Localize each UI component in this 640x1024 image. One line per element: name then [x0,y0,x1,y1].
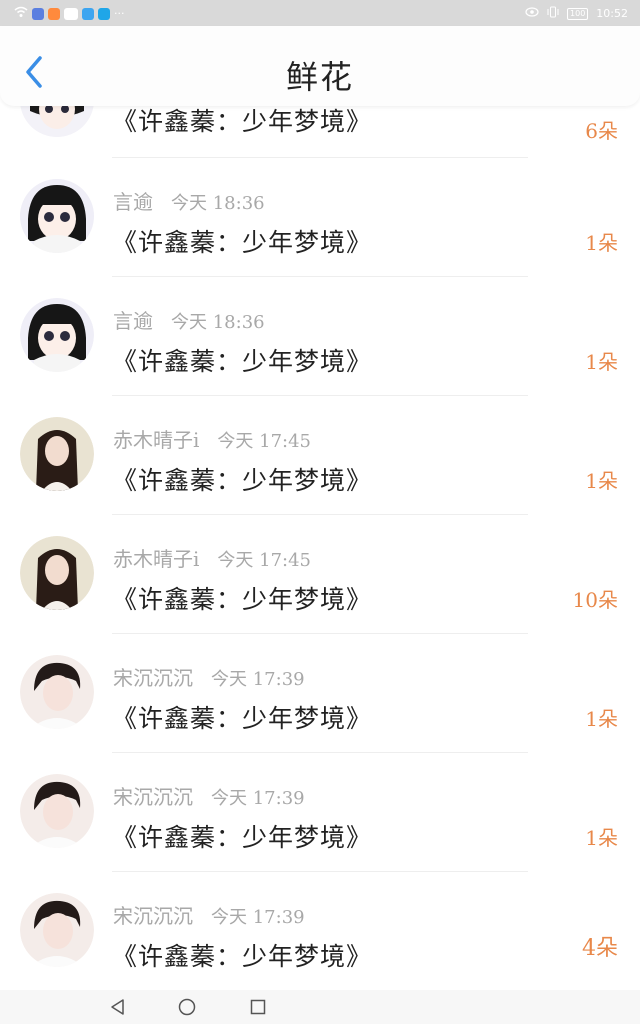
user-name[interactable]: 宋沉沉沉 [113,785,193,809]
nav-back-button[interactable] [109,998,127,1016]
cloud-icon [64,7,78,20]
flower-title: 《许鑫蓁：少年梦境》 [112,107,373,136]
user-name-line: 言逾 今天 18:36 [113,186,265,215]
list-item[interactable]: 宋沉沉沉 今天 17:39 《许鑫蓁：少年梦境》 1朵 [0,634,640,753]
wifi-icon [14,6,28,21]
app-notification-icon [82,7,94,20]
list-item[interactable]: 言逾 今天 18:36 《许鑫蓁：少年梦境》 1朵 [0,277,640,396]
flower-count: 1朵 [585,350,618,374]
avatar[interactable] [20,655,94,729]
user-name[interactable]: 赤木晴子i [113,428,199,452]
timestamp: 今天 18:36 [171,312,265,333]
flower-count: 1朵 [585,231,618,255]
flower-count: 1朵 [585,469,618,493]
avatar[interactable] [20,893,94,967]
list-item[interactable]: 赤木晴子i 今天 17:45 《许鑫蓁：少年梦境》 10朵 [0,515,640,634]
user-name[interactable]: 言逾 [113,309,153,333]
status-bar: ··· 100 10:52 [0,0,640,26]
system-nav-bar [0,990,640,1024]
user-name-line: 言逾 今天 18:36 [113,305,265,334]
nav-recent-button[interactable] [249,998,267,1016]
play-notification-icon [48,7,60,20]
flower-title: 《许鑫蓁：少年梦境》 [112,347,373,376]
vibrate-icon [547,6,559,21]
avatar[interactable] [20,417,94,491]
avatar[interactable] [20,179,94,253]
flower-title: 《许鑫蓁：少年梦境》 [112,942,373,971]
system-status: 100 10:52 [525,6,628,21]
flower-count: 1朵 [585,707,618,731]
user-name-line: 赤木晴子i 今天 17:45 [113,543,311,572]
eye-icon [525,7,539,20]
user-name[interactable]: 宋沉沉沉 [113,666,193,690]
list-item[interactable]: 宋沉沉沉 今天 17:39 《许鑫蓁：少年梦境》 4朵 [0,872,640,991]
flower-count: 1朵 [585,826,618,850]
timestamp: 今天 17:45 [217,550,312,571]
user-name-line: 宋沉沉沉 今天 17:39 [113,900,305,929]
clock: 10:52 [596,7,628,20]
user-name[interactable]: 宋沉沉沉 [113,904,193,928]
square-recent-icon [250,999,266,1015]
user-name-line: 宋沉沉沉 今天 17:39 [113,781,305,810]
page-title: 鲜花 [285,58,354,96]
flower-title: 《许鑫蓁：少年梦境》 [112,823,373,852]
avatar[interactable] [20,298,94,372]
nav-home-button[interactable] [178,998,196,1016]
top-bar: 鲜花 [0,26,640,106]
timestamp: 今天 17:39 [211,669,305,690]
avatar[interactable] [20,536,94,610]
more-notifications-icon: ··· [114,7,125,20]
notification-icons: ··· [14,6,125,21]
flower-count: 10朵 [572,588,618,612]
list-item[interactable]: 宋沉沉沉 今天 17:39 《许鑫蓁：少年梦境》 1朵 [0,753,640,872]
list-item[interactable]: 赤木晴子i 今天 17:45 《许鑫蓁：少年梦境》 1朵 [0,396,640,515]
flower-title: 《许鑫蓁：少年梦境》 [112,704,373,733]
timestamp: 今天 18:36 [171,193,265,214]
user-name[interactable]: 言逾 [113,190,153,214]
flower-count: 6朵 [585,119,618,143]
battery-icon: 100 [567,7,589,20]
user-name-line: 宋沉沉沉 今天 17:39 [113,662,305,691]
list-item[interactable]: 言逾 今天 18:36 《许鑫蓁：少年梦境》 1朵 [0,158,640,277]
avatar[interactable] [20,774,94,848]
app-notification-icon [32,7,44,20]
flower-count: 4朵 [582,936,618,961]
user-name-line: 赤木晴子i 今天 17:45 [113,424,311,453]
flower-title: 《许鑫蓁：少年梦境》 [112,466,373,495]
timestamp: 今天 17:45 [217,431,312,452]
circle-home-icon [178,998,196,1016]
search-app-icon [98,7,110,20]
flower-title: 《许鑫蓁：少年梦境》 [112,585,373,614]
triangle-back-icon [111,999,124,1015]
flower-title: 《许鑫蓁：少年梦境》 [112,228,373,257]
timestamp: 今天 17:39 [211,788,305,809]
user-name[interactable]: 赤木晴子i [113,547,199,571]
timestamp: 今天 17:39 [211,907,305,928]
